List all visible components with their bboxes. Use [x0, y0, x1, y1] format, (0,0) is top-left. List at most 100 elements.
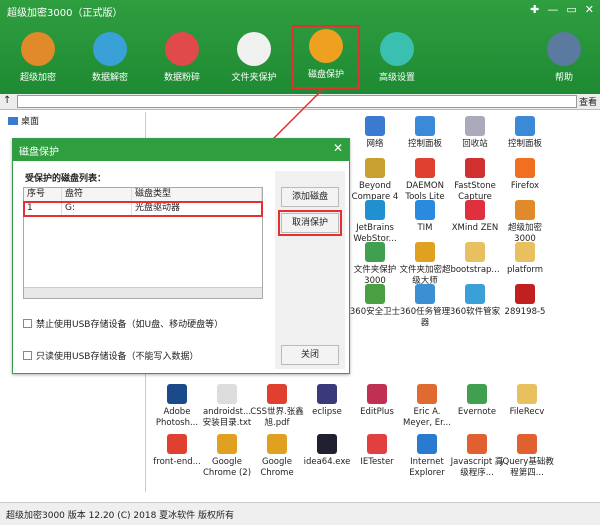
file-item[interactable]: JetBrains WebStor...: [348, 200, 402, 245]
close-dialog-button[interactable]: 关闭: [281, 345, 339, 365]
file-item[interactable]: 控制面板: [398, 116, 452, 150]
file-item[interactable]: bootstrap...: [448, 242, 502, 276]
file-item[interactable]: FastStone Capture: [448, 158, 502, 203]
path-input[interactable]: [17, 95, 577, 108]
file-item[interactable]: TIM: [398, 200, 452, 234]
file-label: Adobe Photosh...: [155, 407, 199, 428]
file-icon: [365, 242, 385, 262]
file-item[interactable]: 回收站: [448, 116, 502, 150]
col-index[interactable]: 序号: [24, 188, 62, 201]
file-icon: [415, 116, 435, 136]
file-item[interactable]: 360安全卫士: [348, 284, 402, 318]
file-item[interactable]: eclipse: [300, 384, 354, 418]
col-type[interactable]: 磁盘类型: [132, 188, 262, 201]
toolbar-button-lock[interactable]: 超级加密: [8, 32, 68, 83]
file-item[interactable]: Google Chrome (2): [200, 434, 254, 479]
add-disk-button[interactable]: 添加磁盘: [281, 187, 339, 207]
toolbar-label: 磁盘保护: [307, 70, 344, 80]
file-item[interactable]: Eric A. Meyer, Er...: [400, 384, 454, 429]
file-item[interactable]: 控制面板: [498, 116, 552, 150]
file-icon: [465, 242, 485, 262]
file-item[interactable]: 文件夹保护3000: [348, 242, 402, 287]
file-icon: [465, 200, 485, 220]
file-label: 289198-5: [504, 307, 546, 317]
palette-icon: [237, 32, 271, 66]
file-icon: [415, 242, 435, 262]
unlock-icon: [93, 32, 127, 66]
readonly-usb-checkbox[interactable]: 只读使用USB存储设备（不能写入数据）: [23, 349, 198, 362]
file-item[interactable]: platform: [498, 242, 552, 276]
file-item[interactable]: 文件夹加密超级大师: [398, 242, 452, 287]
file-item[interactable]: 网络: [348, 116, 402, 150]
horizontal-scrollbar[interactable]: [24, 287, 262, 298]
up-button[interactable]: ↑: [3, 95, 15, 108]
toolbar-label: 超级加密: [19, 73, 56, 83]
file-icon: [467, 434, 487, 454]
file-icon: [365, 158, 385, 178]
file-label: 控制面板: [407, 139, 442, 149]
disk-protect-dialog: 磁盘保护 ✕ 受保护的磁盘列表： 序号 盘符 磁盘类型 1 G: 光盘驱动器 添…: [12, 138, 350, 374]
file-item[interactable]: IETester: [350, 434, 404, 468]
cancel-protect-button[interactable]: 取消保护: [278, 210, 342, 236]
file-item[interactable]: Adobe Photosh...: [150, 384, 204, 429]
file-item[interactable]: DAEMON Tools Lite: [398, 158, 452, 203]
file-item[interactable]: androidst...安装目录.txt: [200, 384, 254, 429]
view-button[interactable]: 查看: [578, 95, 598, 108]
file-icon: [217, 434, 237, 454]
block-usb-checkbox[interactable]: 禁止使用USB存储设备（如U盘、移动硬盘等）: [23, 317, 223, 330]
skin-icon[interactable]: ✚: [530, 3, 539, 16]
checkbox-box: [23, 319, 32, 328]
file-item[interactable]: 289198-5: [498, 284, 552, 318]
file-item[interactable]: FileRecv: [500, 384, 554, 418]
file-item[interactable]: Evernote: [450, 384, 504, 418]
file-item[interactable]: EditPlus: [350, 384, 404, 418]
minimize-button[interactable]: —: [547, 3, 558, 16]
file-label: TIM: [417, 223, 433, 233]
desktop-icon: [8, 116, 18, 125]
col-drive[interactable]: 盘符: [62, 188, 132, 201]
dialog-close-icon[interactable]: ✕: [333, 141, 343, 155]
file-item[interactable]: 超级加密3000: [498, 200, 552, 245]
file-item[interactable]: Internet Explorer: [400, 434, 454, 479]
cell-drive: G:: [62, 202, 132, 216]
status-bar: 超级加密3000 版本 12.20 (C) 2018 夏冰软件 版权所有: [0, 502, 600, 525]
file-label: 控制面板: [507, 139, 542, 149]
toolbar-button-gear[interactable]: 高级设置: [367, 32, 427, 83]
disk-list-caption: 受保护的磁盘列表：: [25, 174, 107, 184]
file-item[interactable]: 360任务管理器: [398, 284, 452, 329]
toolbar-button-palette[interactable]: 文件夹保护: [224, 32, 284, 83]
file-label: Internet Explorer: [409, 457, 445, 478]
toolbar-label: 数据解密: [91, 73, 128, 83]
scissors-icon: [165, 32, 199, 66]
close-button[interactable]: ✕: [585, 3, 594, 16]
file-label: Google Chrome: [260, 457, 294, 478]
file-item[interactable]: Javascript 高级程序...: [450, 434, 504, 479]
file-label: 网络: [366, 139, 384, 149]
file-item[interactable]: 360软件管家: [448, 284, 502, 318]
file-icon: [367, 384, 387, 404]
file-label: Google Chrome (2): [202, 457, 252, 478]
file-item[interactable]: CSS世界.张鑫旭.pdf: [250, 384, 304, 429]
file-label: CSS世界.张鑫旭.pdf: [250, 407, 304, 428]
file-icon: [167, 434, 187, 454]
toolbar-button-scissors[interactable]: 数据粉碎: [152, 32, 212, 83]
file-item[interactable]: Beyond Compare 4: [348, 158, 402, 203]
file-item[interactable]: front-end...: [150, 434, 204, 468]
file-item[interactable]: Firefox: [498, 158, 552, 192]
toolbar-button-shield[interactable]: 磁盘保护: [292, 25, 360, 89]
tree-item-desktop[interactable]: 桌面: [8, 114, 39, 127]
toolbar-button-user[interactable]: 帮助: [534, 32, 594, 83]
file-label: 回收站: [462, 139, 488, 149]
checkbox-label: 只读使用USB存储设备（不能写入数据）: [36, 352, 199, 362]
disk-table: 序号 盘符 磁盘类型 1 G: 光盘驱动器: [23, 187, 263, 299]
file-icon: [515, 158, 535, 178]
file-label: idea64.exe: [303, 457, 351, 467]
file-item[interactable]: jQuery基础教程第四...: [500, 434, 554, 479]
file-icon: [417, 434, 437, 454]
file-item[interactable]: idea64.exe: [300, 434, 354, 468]
file-item[interactable]: Google Chrome: [250, 434, 304, 479]
toolbar-button-unlock[interactable]: 数据解密: [80, 32, 140, 83]
file-item[interactable]: XMind ZEN: [448, 200, 502, 234]
table-row[interactable]: 1 G: 光盘驱动器: [23, 201, 263, 217]
maximize-button[interactable]: ▭: [566, 3, 576, 16]
